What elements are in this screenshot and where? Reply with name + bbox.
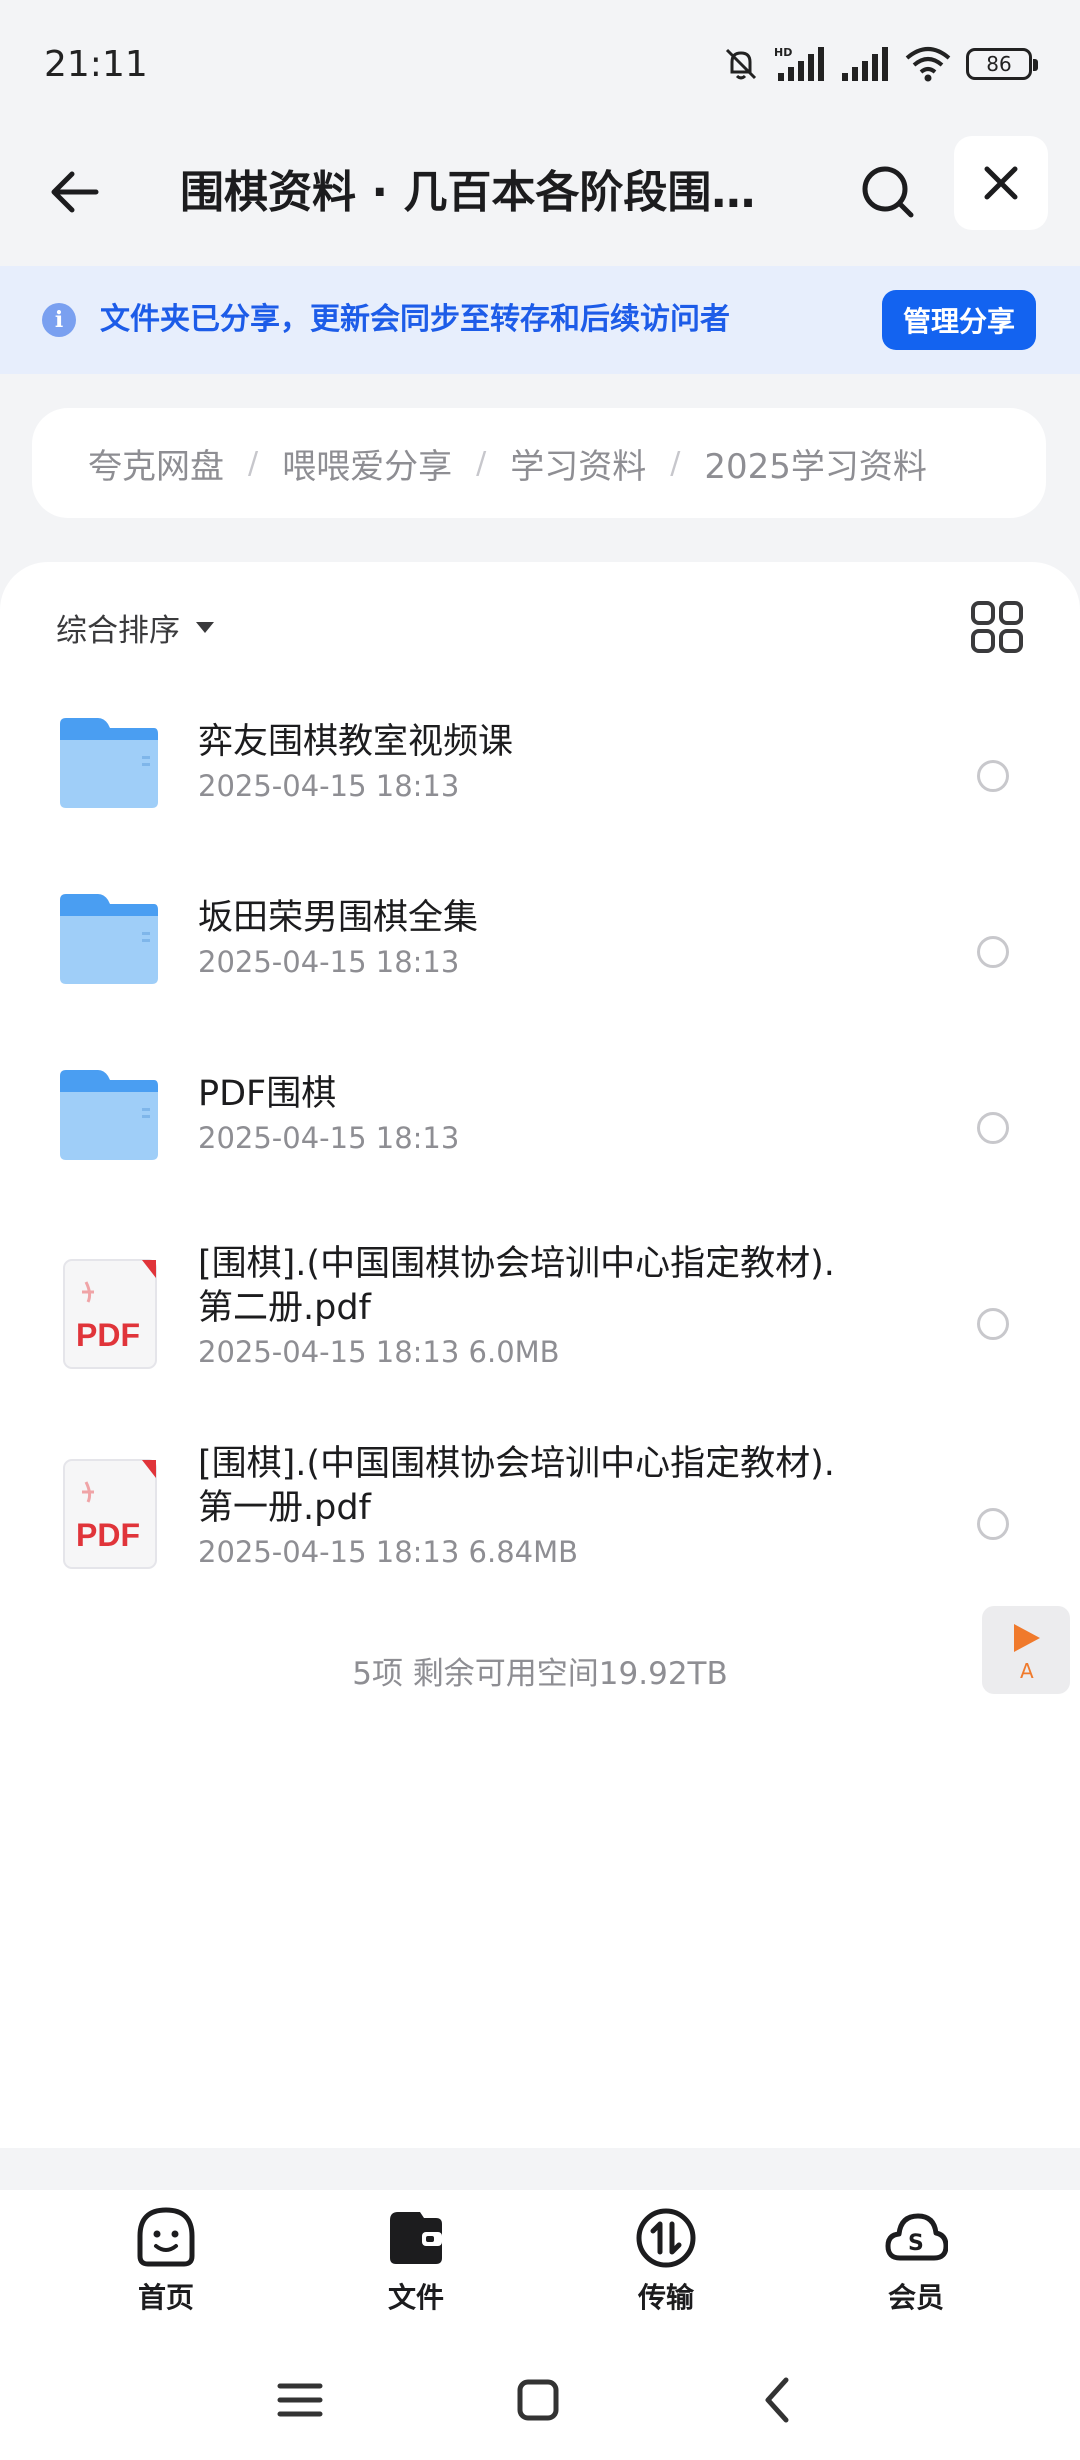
file-list-panel: 综合排序 弈友围棋教室视频课 2025-04-15 18:13 坂田荣男围棋全集… [0, 562, 1080, 2148]
storage-summary: 5项 剩余可用空间19.92TB [352, 1656, 728, 1692]
select-checkbox[interactable] [977, 1308, 1009, 1340]
nav-item-transfer[interactable]: 传输 [596, 2206, 736, 2316]
file-name-line2: 第一册.pdf [198, 1488, 371, 1528]
pdf-badge: PDF [76, 1517, 140, 1553]
play-icon: A [1014, 1624, 1040, 1683]
nav-item-files[interactable]: 文件 [346, 2206, 486, 2316]
file-row-pdf[interactable]: PDF [围棋].(中国围棋协会培训中心指定教材). 第一册.pdf 2025-… [0, 1408, 1080, 1608]
mute-bell-icon [725, 48, 757, 80]
breadcrumb-item-share[interactable]: 喂喂爱分享 [282, 439, 452, 488]
close-button[interactable] [954, 136, 1048, 230]
breadcrumb-item-root[interactable]: 夸克网盘 [88, 439, 224, 488]
file-meta: 2025-04-15 18:13 [198, 1121, 460, 1155]
hd-label: HD [774, 46, 792, 59]
signal-hd-icon: HD [774, 46, 824, 81]
file-name: 坂田荣男围棋全集 [198, 898, 479, 938]
breadcrumb-separator: / [670, 445, 681, 481]
arrow-left-icon [51, 171, 99, 213]
wifi-icon [905, 47, 951, 82]
transfer-icon [636, 2208, 696, 2268]
nav-label: 传输 [637, 2281, 694, 2314]
breadcrumb-separator: / [248, 445, 259, 481]
select-checkbox[interactable] [977, 1112, 1009, 1144]
file-meta: 2025-04-15 18:13 [198, 945, 460, 979]
share-status-text: 文件夹已分享，更新会同步至转存和后续访问者 [100, 302, 730, 337]
back-button[interactable] [38, 156, 110, 228]
file-name-line1: [围棋].(中国围棋协会培训中心指定教材). [198, 1444, 835, 1484]
floating-player[interactable]: A [982, 1606, 1070, 1694]
breadcrumb-separator: / [476, 445, 487, 481]
folder-icon [60, 894, 158, 984]
breadcrumb-track: 夸克网盘 / 喂喂爱分享 / 学习资料 / 2025学习资料 [88, 408, 1018, 518]
manage-share-button[interactable]: 管理分享 [882, 290, 1036, 350]
search-button[interactable] [850, 154, 926, 230]
search-icon [862, 166, 914, 218]
page-title: 围棋资料 · 几百本各阶段围棋书 [180, 167, 780, 218]
nav-label: 文件 [387, 2281, 444, 2314]
nav-label: 会员 [887, 2281, 944, 2314]
file-row-folder[interactable]: PDF围棋 2025-04-15 18:13 [0, 1032, 1080, 1208]
close-icon [984, 166, 1018, 200]
select-checkbox[interactable] [977, 1508, 1009, 1540]
nav-label: 首页 [137, 2281, 194, 2314]
sort-label: 综合排序 [56, 612, 180, 649]
folder-icon [60, 1070, 158, 1160]
select-checkbox[interactable] [977, 936, 1009, 968]
file-meta: 2025-04-15 18:13 6.84MB [198, 1535, 579, 1569]
file-row-folder[interactable]: 弈友围棋教室视频课 2025-04-15 18:13 [0, 680, 1080, 856]
menu-icon[interactable] [270, 2370, 330, 2430]
nav-item-home[interactable]: 首页 [96, 2206, 236, 2316]
status-time: 21:11 [44, 44, 148, 85]
pdf-badge: PDF [76, 1317, 140, 1353]
share-banner: i 文件夹已分享，更新会同步至转存和后续访问者 管理分享 [0, 266, 1080, 374]
info-icon: i [42, 303, 76, 337]
player-label: A [1020, 1659, 1034, 1683]
signal-icon [842, 47, 888, 81]
file-meta: 2025-04-15 18:13 6.0MB [198, 1335, 560, 1369]
status-bar: 21:11 HD 86 [0, 0, 1080, 130]
nav-item-vip[interactable]: S 会员 [846, 2206, 986, 2316]
file-name-line1: [围棋].(中国围棋协会培训中心指定教材). [198, 1244, 835, 1284]
file-meta: 2025-04-15 18:13 [198, 769, 460, 803]
cloud-s-icon: S [885, 2213, 948, 2261]
sort-dropdown[interactable]: 综合排序 [56, 602, 214, 652]
svg-text:S: S [908, 2231, 924, 2256]
pdf-file-icon: PDF [63, 1259, 157, 1369]
system-navigation-bar [0, 2330, 1080, 2460]
smiley-icon [137, 2207, 195, 2267]
file-name: PDF围棋 [198, 1074, 337, 1114]
file-row-pdf[interactable]: PDF [围棋].(中国围棋协会培训中心指定教材). 第二册.pdf 2025-… [0, 1208, 1080, 1408]
caret-down-icon [196, 621, 214, 633]
file-row-folder[interactable]: 坂田荣男围棋全集 2025-04-15 18:13 [0, 856, 1080, 1032]
grid-view-icon[interactable] [970, 600, 1024, 654]
file-name-line2: 第二册.pdf [198, 1288, 371, 1328]
breadcrumb-item-2025[interactable]: 2025学习资料 [704, 439, 927, 488]
wallet-folder-icon [390, 2212, 442, 2264]
home-square-icon[interactable] [508, 2370, 568, 2430]
breadcrumb: 夸克网盘 / 喂喂爱分享 / 学习资料 / 2025学习资料 [32, 408, 1046, 518]
folder-icon [60, 718, 158, 808]
select-checkbox[interactable] [977, 760, 1009, 792]
file-name: [围棋].(中国围棋协会培训中心指定教材). 第二册.pdf [198, 1242, 898, 1330]
battery-indicator: 86 [966, 48, 1038, 80]
header: 围棋资料 · 几百本各阶段围棋书 [0, 130, 1080, 266]
file-name: 弈友围棋教室视频课 [198, 722, 514, 762]
file-name: [围棋].(中国围棋协会培训中心指定教材). 第一册.pdf [198, 1442, 898, 1530]
back-chevron-icon[interactable] [748, 2370, 808, 2430]
status-icons: HD 86 [722, 44, 1038, 84]
breadcrumb-item-study[interactable]: 学习资料 [510, 439, 646, 488]
pdf-file-icon: PDF [63, 1459, 157, 1569]
bottom-nav: 首页 文件 传输 S 会员 [0, 2190, 1080, 2330]
battery-level: 86 [986, 52, 1012, 76]
